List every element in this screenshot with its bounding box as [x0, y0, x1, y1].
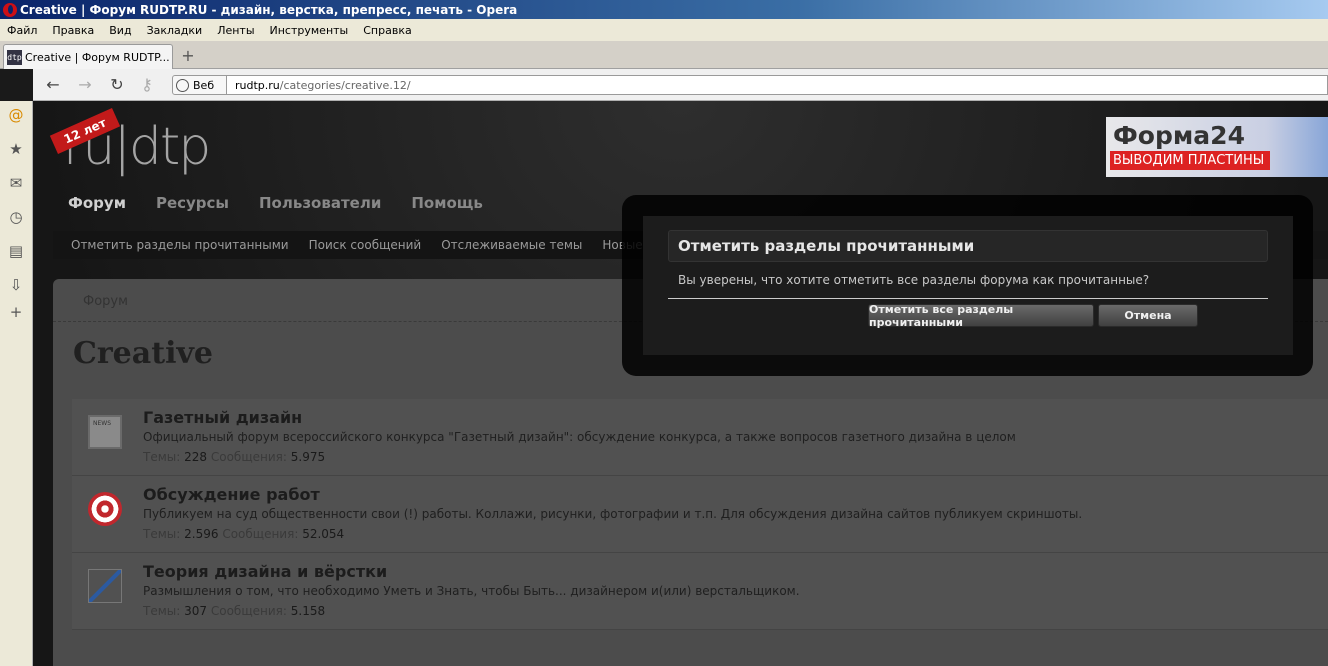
menu-file[interactable]: Файл [7, 24, 37, 37]
site-logo[interactable]: ru|dtp 12 лет [49, 108, 211, 191]
window-titlebar: Creative | Форум RUDTP.RU - дизайн, верс… [0, 0, 1328, 19]
posts-label: Сообщения: [222, 527, 299, 541]
tab-label: Creative | Форум RUDTP... [25, 50, 170, 64]
address-bar[interactable]: rudtp.ru /categories/creative.12/ [227, 75, 1328, 95]
forum-description: Публикуем на суд общественности свои (!)… [143, 507, 1083, 521]
posts-count: 5.158 [290, 604, 326, 618]
key-icon[interactable]: ⚷ [137, 75, 157, 95]
forum-stats: Темы: 228 Сообщения: 5.975 [143, 450, 325, 464]
back-arrow-icon[interactable]: ← [43, 75, 63, 95]
nav-users[interactable]: Пользователи [259, 194, 381, 212]
dialog-overlay: Отметить разделы прочитанными Вы уверены… [622, 195, 1313, 376]
add-panel-plus-icon[interactable]: + [8, 304, 24, 320]
menu-bar: Файл Правка Вид Закладки Ленты Инструмен… [0, 19, 1328, 41]
forum-stats: Темы: 2.596 Сообщения: 52.054 [143, 527, 344, 541]
mark-read-dialog: Отметить разделы прочитанными Вы уверены… [643, 216, 1293, 355]
subnav-mark-read[interactable]: Отметить разделы прочитанными [71, 238, 289, 252]
web-page: ru|dtp 12 лет Форма24 ВЫВОДИМ ПЛАСТИНЫ Ф… [33, 101, 1328, 666]
dialog-message: Вы уверены, что хотите отметить все разд… [678, 273, 1150, 287]
forum-title[interactable]: Газетный дизайн [143, 408, 302, 427]
forum-description: Официальный форум всероссийского конкурс… [143, 430, 1016, 444]
globe-icon [176, 78, 189, 92]
newspaper-icon [88, 415, 122, 449]
envelope-icon[interactable]: ✉ [8, 175, 24, 191]
mail-at-icon[interactable]: @ [8, 107, 24, 123]
url-path: /categories/creative.12/ [279, 78, 411, 92]
nav-help[interactable]: Помощь [411, 194, 483, 212]
download-icon[interactable]: ⇩ [8, 277, 24, 293]
dialog-divider [668, 298, 1268, 299]
threads-label: Темы: [143, 450, 181, 464]
threads-count: 2.596 [184, 527, 219, 541]
new-tab-plus-icon[interactable]: + [180, 48, 196, 64]
window-title: Creative | Форум RUDTP.RU - дизайн, верс… [20, 2, 518, 17]
forum-description: Размышления о том, что необходимо Уметь … [143, 584, 800, 598]
forum-list: Газетный дизайн Официальный форум всерос… [72, 399, 1328, 630]
url-host: rudtp.ru [235, 78, 280, 92]
menu-bookmarks[interactable]: Закладки [147, 24, 203, 37]
page-title: Creative [73, 336, 213, 371]
notes-icon[interactable]: ▤ [8, 243, 24, 259]
reload-icon[interactable]: ↻ [107, 75, 127, 95]
forum-node: Теория дизайна и вёрстки Размышления о т… [72, 553, 1328, 630]
menu-help[interactable]: Справка [363, 24, 411, 37]
subnav-watched-threads[interactable]: Отслеживаемые темы [441, 238, 582, 252]
menu-feeds[interactable]: Ленты [217, 24, 254, 37]
cancel-button[interactable]: Отмена [1098, 304, 1198, 327]
threads-label: Темы: [143, 527, 181, 541]
nav-resources[interactable]: Ресурсы [156, 194, 229, 212]
web-label: Веб [193, 78, 215, 92]
threads-label: Темы: [143, 604, 181, 618]
forum-title[interactable]: Теория дизайна и вёрстки [143, 562, 387, 581]
nav-forum[interactable]: Форум [68, 194, 126, 212]
main-navigation: Форум Ресурсы Пользователи Помощь [68, 194, 513, 212]
menu-tools[interactable]: Инструменты [270, 24, 349, 37]
target-icon [88, 492, 122, 526]
search-engine-button[interactable]: Веб [172, 75, 227, 95]
forum-stats: Темы: 307 Сообщения: 5.158 [143, 604, 325, 618]
forward-arrow-icon[interactable]: → [75, 75, 95, 95]
posts-label: Сообщения: [210, 450, 287, 464]
tab-bar: dtp Creative | Форум RUDTP... + [0, 41, 1328, 69]
star-icon[interactable]: ★ [8, 141, 24, 157]
navigation-bar: ← → ↻ ⚷ Веб rudtp.ru /categories/creativ… [33, 69, 1328, 101]
forum-node: Газетный дизайн Официальный форум всерос… [72, 399, 1328, 476]
subnav-search-posts[interactable]: Поиск сообщений [309, 238, 422, 252]
opera-logo-icon [3, 2, 17, 17]
tab-favicon-icon: dtp [7, 49, 22, 65]
posts-count: 52.054 [302, 527, 345, 541]
dialog-title: Отметить разделы прочитанными [668, 230, 1268, 262]
menu-view[interactable]: Вид [109, 24, 131, 37]
forum-node: Обсуждение работ Публикуем на суд общест… [72, 476, 1328, 553]
posts-label: Сообщения: [210, 604, 287, 618]
ad-title: Форма24 [1113, 121, 1245, 150]
posts-count: 5.975 [290, 450, 326, 464]
browser-tab[interactable]: dtp Creative | Форум RUDTP... [3, 44, 173, 69]
threads-count: 228 [184, 450, 208, 464]
side-panel: @ ★ ✉ ◷ ▤ ⇩ + [0, 101, 33, 666]
clock-icon[interactable]: ◷ [8, 209, 24, 225]
ad-banner[interactable]: Форма24 ВЫВОДИМ ПЛАСТИНЫ [1106, 117, 1328, 177]
forum-title[interactable]: Обсуждение работ [143, 485, 320, 504]
menu-edit[interactable]: Правка [52, 24, 94, 37]
confirm-mark-read-button[interactable]: Отметить все разделы прочитанными [868, 303, 1094, 329]
ad-subtitle: ВЫВОДИМ ПЛАСТИНЫ [1110, 151, 1270, 170]
drafting-tools-icon [88, 569, 122, 603]
threads-count: 307 [184, 604, 208, 618]
breadcrumb[interactable]: Форум [83, 294, 128, 309]
